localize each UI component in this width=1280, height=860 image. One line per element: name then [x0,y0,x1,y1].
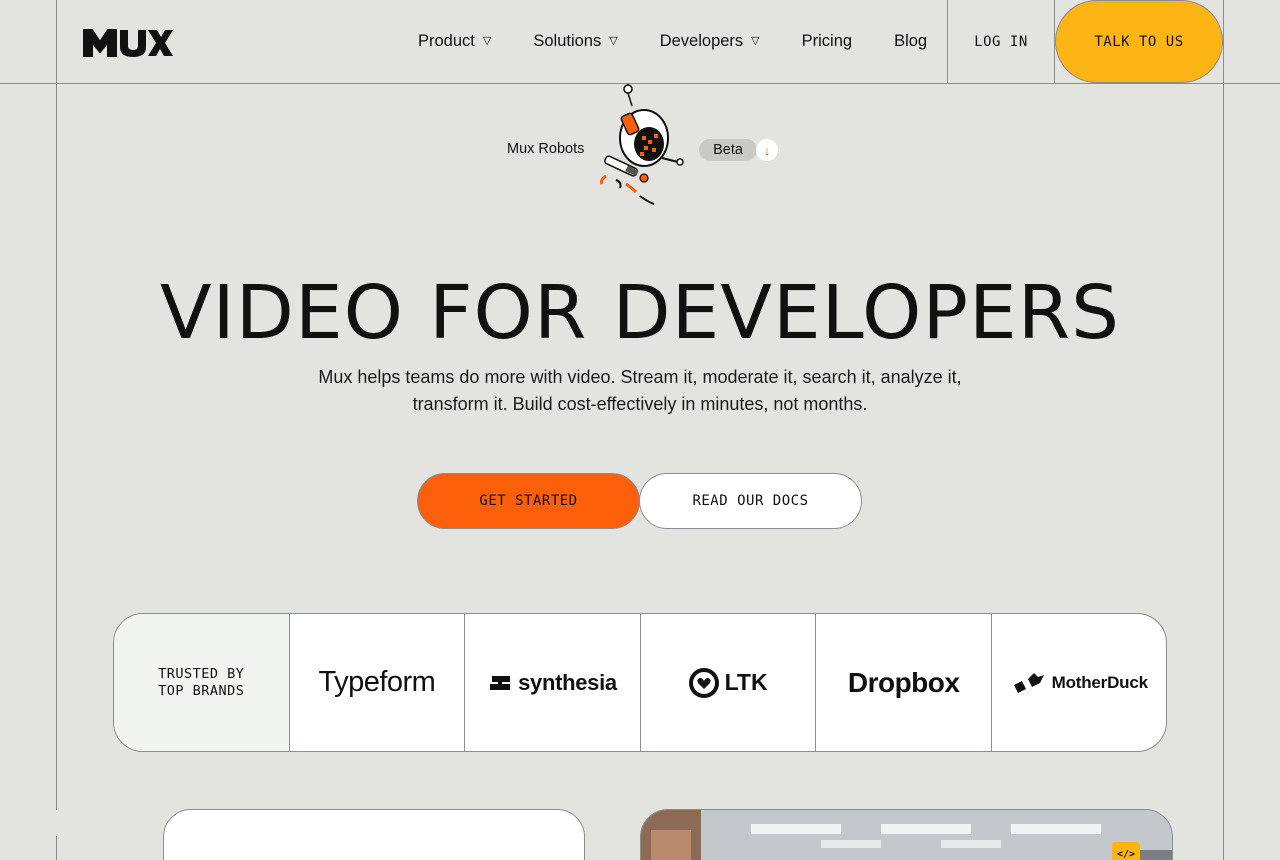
trusted-by-line-1: TRUSTED BY [158,665,245,682]
feature-card-video[interactable] [640,809,1173,860]
hero-subtitle: Mux helps teams do more with video. Stre… [290,364,990,418]
mux-logo[interactable] [80,22,174,62]
ltk-logo-text: LTK [724,669,768,695]
nav-solutions[interactable]: Solutions ▽ [533,32,617,51]
typeform-logo: Typeform [318,666,436,698]
login-button[interactable]: LOG IN [947,0,1055,83]
dropbox-logo: Dropbox [847,666,960,698]
nav-pricing[interactable]: Pricing [802,32,852,51]
robot-illustration [600,84,684,205]
chevron-down-icon: ▽ [609,35,618,47]
chevron-down-icon: ▽ [751,35,760,47]
office-video-thumbnail [641,810,1172,860]
motherduck-logo: MotherDuck [1012,671,1148,695]
brand-ltk: LTK [641,614,817,751]
hero-subtitle-line-2: transform it. Build cost-effectively in … [412,394,868,414]
trusted-by-line-2: TOP BRANDS [158,682,245,699]
hero-title: VIDEO FOR DEVELOPERS [159,270,1121,356]
nav-blog-label: Blog [894,32,928,50]
nav-developers-label: Developers [659,32,744,50]
talk-to-us-button[interactable]: TALK TO US [1055,0,1223,83]
synthesia-logo-text: synthesia [518,669,617,695]
nav-solutions-label: Solutions [533,32,602,50]
feature-card-left [163,809,585,860]
brand-synthesia: synthesia [465,614,641,751]
nav-product[interactable]: Product ▽ [418,32,491,51]
motherduck-logo-text: MotherDuck [1051,672,1148,692]
ltk-heart-icon [688,667,719,698]
synthesia-mark-icon [490,675,511,690]
mux-robots-label[interactable]: Mux Robots [507,141,584,157]
motherduck-mark-icon [1013,672,1044,693]
beta-badge: Beta [699,139,757,161]
trusted-by-label: TRUSTED BY TOP BRANDS [114,614,290,751]
trusted-brands-strip: TRUSTED BY TOP BRANDS Typeform synthesia… [113,613,1167,752]
left-gutter-mark [56,810,60,836]
chevron-down-icon: ▽ [482,35,492,47]
read-docs-button[interactable]: READ OUR DOCS [639,473,862,529]
right-guide-line [1223,0,1224,860]
ltk-logo: LTK [688,667,768,698]
site-header: Product ▽ Solutions ▽ Developers ▽ Prici… [0,0,1280,84]
arrow-down-icon[interactable]: ↓ [756,139,778,161]
code-icon[interactable]: </> [1112,842,1140,860]
brand-typeform: Typeform [290,614,466,751]
brand-motherduck: MotherDuck [992,614,1166,751]
brand-dropbox: Dropbox [816,614,992,751]
nav-pricing-label: Pricing [801,32,853,50]
synthesia-logo: synthesia [488,670,617,696]
hero-subtitle-line-1: Mux helps teams do more with video. Stre… [318,367,962,387]
get-started-button[interactable]: GET STARTED [417,473,640,529]
nav-product-label: Product [418,32,475,50]
nav-developers[interactable]: Developers ▽ [660,32,760,51]
main-nav: Product ▽ Solutions ▽ Developers ▽ Prici… [418,0,969,83]
nav-blog[interactable]: Blog [894,32,927,51]
left-guide-line [56,0,57,860]
